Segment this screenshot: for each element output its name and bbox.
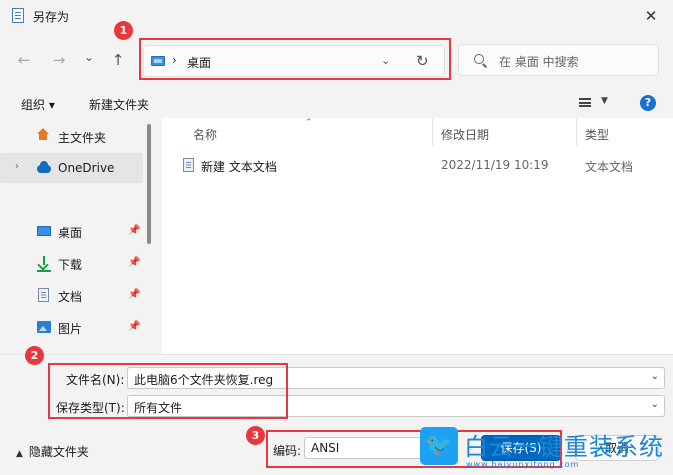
filetype-label: 保存类型(T): <box>56 401 125 415</box>
encoding-label: 编码: <box>273 444 302 458</box>
pin-icon: 📌 <box>128 257 141 268</box>
window-title: 另存为 <box>33 10 70 24</box>
download-icon-base <box>37 270 51 272</box>
recent-locations-button[interactable]: ⌄ <box>78 47 100 67</box>
annotation-badge-2: 2 <box>25 346 44 365</box>
chevron-down-icon[interactable]: ⌄ <box>651 399 659 410</box>
breadcrumb-desktop[interactable]: 桌面 <box>187 54 211 71</box>
pin-icon: 📌 <box>128 321 141 332</box>
forward-button[interactable]: → <box>48 50 70 70</box>
filename-field[interactable]: 此电脑6个文件夹恢复.reg ⌄ <box>127 367 665 389</box>
sidebar-item-pictures[interactable]: 图片 📌 <box>0 312 143 342</box>
pin-icon: 📌 <box>128 289 141 300</box>
column-header-type[interactable]: 类型 <box>585 126 609 143</box>
search-box[interactable]: 在 桌面 中搜索 <box>458 44 659 76</box>
sidebar-item-label: 桌面 <box>58 226 83 240</box>
filename-value: 此电脑6个文件夹恢复.reg <box>134 373 274 387</box>
column-header-name[interactable]: 名称 <box>193 126 217 143</box>
desktop-icon <box>151 56 165 66</box>
sidebar-item-label: OneDrive <box>58 161 115 175</box>
sidebar-item-downloads[interactable]: 下载 📌 <box>0 248 143 278</box>
documents-icon <box>38 288 49 302</box>
sidebar-item-desktop[interactable]: 桌面 📌 <box>0 216 143 246</box>
help-button[interactable]: ? <box>640 95 656 111</box>
command-bar: 组织 ▾ 新建文件夹 ▼ ? <box>0 88 673 118</box>
download-icon <box>37 256 51 270</box>
hide-folders-label: 隐藏文件夹 <box>28 445 89 459</box>
search-input[interactable]: 在 桌面 中搜索 <box>499 53 579 70</box>
annotation-badge-1: 1 <box>114 21 133 40</box>
notepad-icon <box>12 8 24 23</box>
back-button[interactable]: ← <box>13 50 35 70</box>
column-divider[interactable] <box>576 118 577 146</box>
filetype-select[interactable]: 所有文件 ⌄ <box>127 395 665 417</box>
pictures-icon <box>37 321 51 333</box>
breadcrumb-chevron[interactable]: › <box>172 53 177 67</box>
chevron-up-icon: ▲ <box>16 449 23 459</box>
sidebar-item-label: 图片 <box>58 322 83 336</box>
up-button[interactable]: ↑ <box>107 50 129 70</box>
annotation-badge-3: 3 <box>246 426 265 445</box>
chevron-down-icon[interactable]: ⌄ <box>651 371 659 382</box>
home-icon <box>37 128 49 140</box>
sidebar-item-label: 主文件夹 <box>58 131 107 145</box>
bird-icon: 🐦 <box>420 427 458 465</box>
address-bar-row: ← → ⌄ ↑ › 桌面 ⌄ ↻ 在 桌面 中搜索 <box>0 38 673 82</box>
view-list-icon[interactable] <box>579 98 591 107</box>
address-dropdown-button[interactable]: ⌄ <box>381 54 390 67</box>
column-divider[interactable] <box>432 118 433 146</box>
refresh-button[interactable]: ↻ <box>416 52 429 70</box>
sidebar-item-home[interactable]: 主文件夹 <box>0 121 143 151</box>
organize-button[interactable]: 组织 ▾ <box>21 96 55 113</box>
close-button[interactable]: ✕ <box>641 6 661 26</box>
chevron-right-icon[interactable]: › <box>15 161 19 172</box>
file-row[interactable]: 新建 文本文档 2022/11/19 10:19 文本文档 <box>162 154 673 176</box>
encoding-value: ANSI <box>311 441 340 455</box>
sort-ascending-icon: ⌃ <box>305 118 313 128</box>
column-header-modified[interactable]: 修改日期 <box>441 126 489 143</box>
sidebar-scrollbar[interactable] <box>147 124 151 244</box>
title-bar: 另存为 ✕ <box>0 0 673 32</box>
hide-folders-button[interactable]: ▲ 隐藏文件夹 <box>16 443 89 460</box>
search-icon <box>474 54 484 64</box>
filetype-value: 所有文件 <box>134 401 183 415</box>
sidebar-item-documents[interactable]: 文档 📌 <box>0 280 143 310</box>
pin-icon: 📌 <box>128 225 141 236</box>
text-file-icon <box>183 158 194 172</box>
filename-label: 文件名(N): <box>66 373 125 387</box>
file-modified: 2022/11/19 10:19 <box>441 158 549 172</box>
view-dropdown-button[interactable]: ▼ <box>601 96 608 106</box>
new-folder-button[interactable]: 新建文件夹 <box>89 96 149 113</box>
cloud-icon <box>37 161 51 173</box>
sidebar-item-label: 下载 <box>58 258 83 272</box>
navigation-pane: 主文件夹 › OneDrive 桌面 📌 下载 📌 文档 📌 图片 📌 <box>0 118 160 354</box>
file-list: ⌃ 名称 修改日期 类型 新建 文本文档 2022/11/19 10:19 文本… <box>162 118 673 354</box>
file-name: 新建 文本文档 <box>201 160 277 174</box>
sidebar-item-onedrive[interactable]: › OneDrive <box>0 153 143 183</box>
desktop-icon <box>37 226 51 236</box>
file-type: 文本文档 <box>585 160 634 174</box>
watermark-logo: 🐦 白云一键重装系统 www.baiyunxitong.com <box>420 427 673 475</box>
address-bar[interactable]: › 桌面 ⌄ ↻ <box>143 45 445 77</box>
watermark-text: 白云一键重装系统 <box>464 433 664 461</box>
watermark-url: www.baiyunxitong.com <box>466 460 580 469</box>
sidebar-item-label: 文档 <box>58 290 83 304</box>
